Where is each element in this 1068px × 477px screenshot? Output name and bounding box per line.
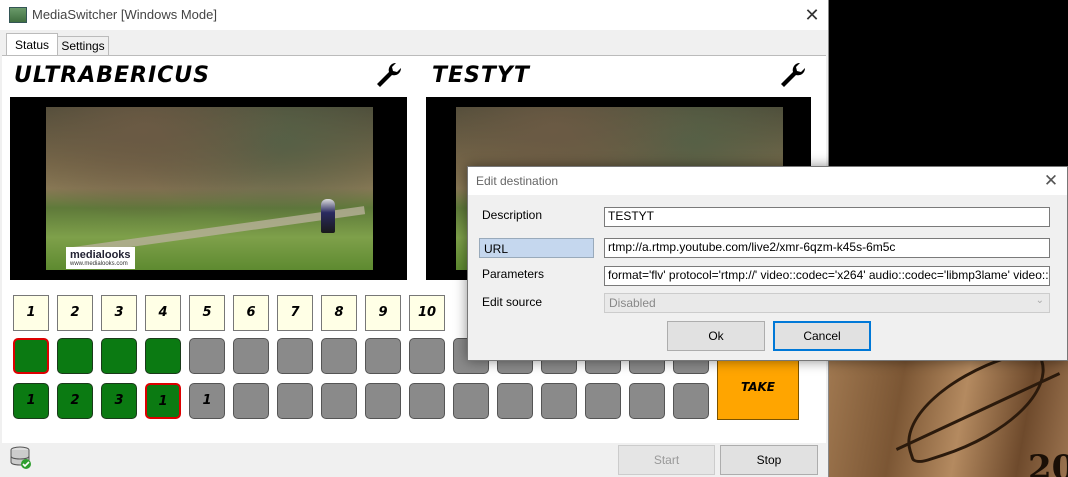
url-label: URL xyxy=(479,238,594,258)
preview-monitor-1: medialooks www.medialooks.com xyxy=(10,97,407,280)
cancel-button[interactable]: Cancel xyxy=(773,321,871,351)
source-button[interactable] xyxy=(189,338,225,374)
dialog-close-button[interactable]: ✕ xyxy=(1038,169,1064,193)
source-button[interactable] xyxy=(541,383,577,419)
source-button[interactable] xyxy=(321,338,357,374)
tab-settings[interactable]: Settings xyxy=(57,36,109,55)
tab-status[interactable]: Status xyxy=(6,33,58,56)
source-button[interactable] xyxy=(585,383,621,419)
source-number-button[interactable]: 5 xyxy=(189,295,225,331)
title-bar: MediaSwitcher [Windows Mode] ✕ xyxy=(0,0,828,30)
edit-source-label: Edit source xyxy=(482,295,543,309)
source-number-button[interactable]: 7 xyxy=(277,295,313,331)
source-button[interactable] xyxy=(409,383,445,419)
edit-destination-dialog: Edit destination ✕ Description TESTYT UR… xyxy=(467,166,1068,361)
source-button[interactable] xyxy=(101,338,137,374)
source-button[interactable] xyxy=(57,338,93,374)
source-number-button[interactable]: 1 xyxy=(13,295,49,331)
chevron-down-icon: ⌄ xyxy=(1035,295,1044,306)
wallpaper-number: 20 xyxy=(1028,448,1068,477)
wrench-icon[interactable] xyxy=(374,60,404,97)
ok-button[interactable]: Ok xyxy=(667,321,765,351)
source-button[interactable] xyxy=(497,383,533,419)
source-number-button[interactable]: 6 xyxy=(233,295,269,331)
medialooks-logo: medialooks www.medialooks.com xyxy=(66,247,135,269)
window-title: MediaSwitcher [Windows Mode] xyxy=(32,7,217,22)
source-button[interactable] xyxy=(365,383,401,419)
window-close-button[interactable]: ✕ xyxy=(797,2,827,28)
runner xyxy=(321,199,335,233)
source-number-button[interactable]: 8 xyxy=(321,295,357,331)
video-frame-1: medialooks www.medialooks.com xyxy=(46,107,373,270)
source-button[interactable] xyxy=(629,383,665,419)
source-button[interactable]: 1 xyxy=(13,383,49,419)
source-button[interactable]: 1 xyxy=(189,383,225,419)
source-number-button[interactable]: 4 xyxy=(145,295,181,331)
source-button[interactable] xyxy=(409,338,445,374)
parameters-label: Parameters xyxy=(482,267,545,281)
source-number-button[interactable]: 9 xyxy=(365,295,401,331)
source-button[interactable]: 2 xyxy=(57,383,93,419)
source-button[interactable] xyxy=(453,383,489,419)
source-button[interactable] xyxy=(277,383,313,419)
edit-source-select[interactable]: Disabled ⌄ xyxy=(604,293,1050,313)
source-number-button[interactable]: 3 xyxy=(101,295,137,331)
description-field[interactable]: TESTYT xyxy=(604,207,1050,227)
desktop-wallpaper-image: 20 xyxy=(828,360,1068,477)
wrench-icon[interactable] xyxy=(778,60,808,97)
source-button[interactable] xyxy=(365,338,401,374)
stop-button[interactable]: Stop xyxy=(720,445,818,475)
source-button[interactable] xyxy=(145,338,181,374)
source-button[interactable] xyxy=(13,338,49,374)
source-button[interactable] xyxy=(673,383,709,419)
source-button[interactable] xyxy=(233,338,269,374)
description-label: Description xyxy=(482,208,543,222)
dialog-title-bar: Edit destination ✕ xyxy=(468,167,1067,195)
app-icon xyxy=(9,7,27,23)
start-button[interactable]: Start xyxy=(618,445,715,475)
destination-title-2: TESTYT xyxy=(432,63,530,88)
url-field[interactable]: rtmp://a.rtmp.youtube.com/live2/xmr-6qzm… xyxy=(604,238,1050,258)
take-button[interactable]: TAKE xyxy=(717,355,799,420)
source-button[interactable] xyxy=(233,383,269,419)
source-button[interactable]: 3 xyxy=(101,383,137,419)
source-button[interactable]: 1 xyxy=(145,383,181,419)
source-number-button[interactable]: 10 xyxy=(409,295,445,331)
database-check-icon xyxy=(10,446,32,470)
parameters-field[interactable]: format='flv' protocol='rtmp://' video::c… xyxy=(604,266,1050,286)
source-button[interactable] xyxy=(321,383,357,419)
source-button[interactable] xyxy=(277,338,313,374)
source-number-button[interactable]: 2 xyxy=(57,295,93,331)
dialog-title: Edit destination xyxy=(476,174,559,188)
destination-title-1: ULTRABERICUS xyxy=(14,63,210,88)
